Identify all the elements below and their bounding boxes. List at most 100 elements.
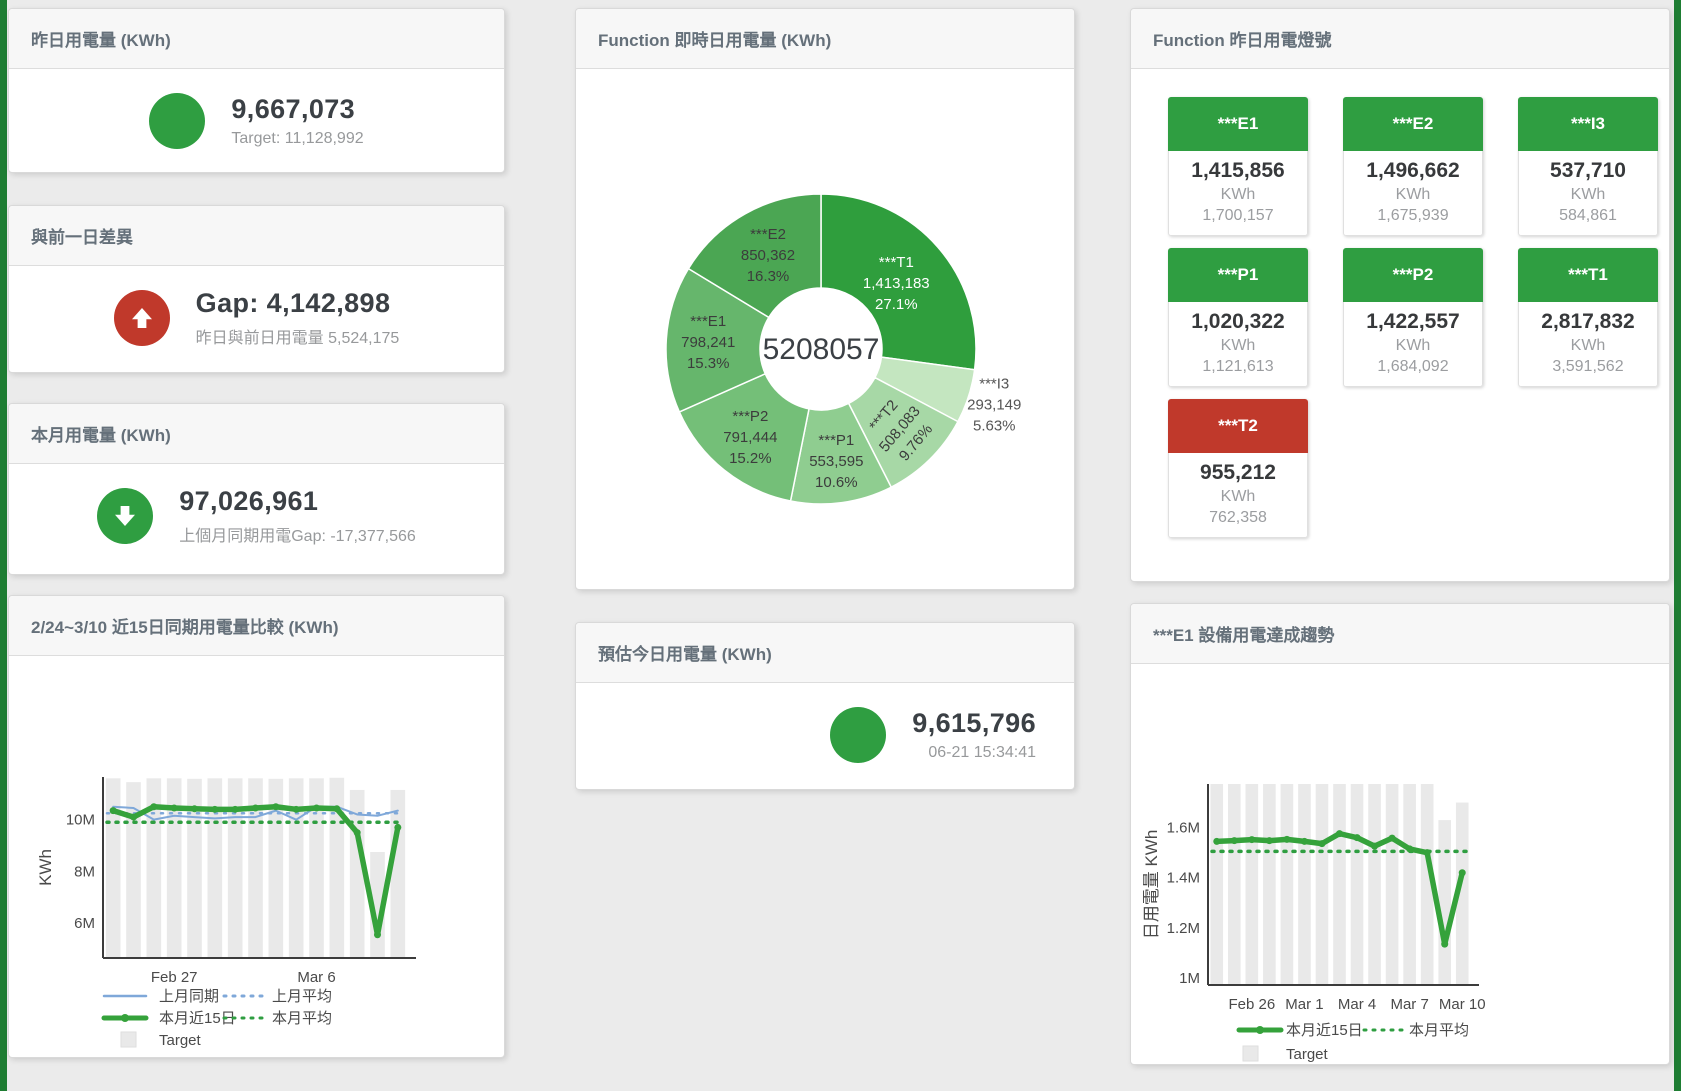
line-point [1336,830,1343,837]
tile-unit: KWh [1344,186,1482,204]
tile-target: 1,675,939 [1344,207,1482,225]
tile-label: ***P1 [1168,248,1308,302]
panel-title-text: Function 即時日用電量 (KWh) [598,26,831,51]
x-tick-label: Mar 10 [1439,996,1486,1013]
panel-gap-title: 與前一日差異 [9,206,504,266]
donut-slice-label: ***I3 [979,376,1009,393]
tile-value: 1,422,557 [1344,310,1482,334]
panel-estimate-title: 預估今日用電量 (KWh) [576,623,1074,683]
yesterday-stat-row: 9,667,073 Target: 11,128,992 [9,69,504,173]
line-point [150,803,157,810]
panel-title-text: 昨日用電量 (KWh) [31,26,171,51]
panel-title-text: 預估今日用電量 (KWh) [598,640,772,665]
tile-target: 762,358 [1169,509,1307,527]
green-status-circle [149,93,205,149]
target-bar [1228,784,1241,985]
legend-label: 上月平均 [272,988,332,1005]
panel-estimate-today: 預估今日用電量 (KWh) 9,615,796 06-21 15:34:41 [575,622,1075,790]
tile-value: 537,710 [1519,159,1657,183]
tile-body: 1,415,856 KWh 1,700,157 [1168,151,1308,236]
legend-label: 本月近15日 [1286,1022,1363,1039]
line-point [1371,843,1378,850]
target-bar [1368,784,1381,985]
tile-label: ***P2 [1343,248,1483,302]
tile-target: 1,700,157 [1169,207,1307,225]
line-point [1406,845,1413,852]
month-value: 97,026,961 [179,486,416,517]
yesterday-value: 9,667,073 [231,94,363,125]
target-bar [1403,784,1416,985]
tile-value: 955,212 [1169,461,1307,485]
donut-body: ***T11,413,18327.1%***I3293,1495.63%***T… [576,69,1074,595]
donut-slice-label: 27.1% [875,296,918,313]
donut-slice-label: 1,413,183 [863,275,930,292]
target-bar [330,778,345,958]
panel-title-text: Function 昨日用電燈號 [1153,26,1331,51]
dashboard-page: 昨日用電量 (KWh) 9,667,073 Target: 11,128,992… [0,0,1681,1091]
x-tick-label: Mar 6 [297,969,335,986]
panel-title-text: 與前一日差異 [31,223,133,248]
panel-gap-prev-day: 與前一日差異 Gap: 4,142,898 昨日與前日用電量 5,524,175 [8,205,505,373]
donut-slice-label: 293,149 [967,397,1021,414]
estimate-stat-text: 9,615,796 06-21 15:34:41 [912,708,1036,762]
target-bar [208,778,223,958]
line-point [232,806,239,813]
month-stat-text: 97,026,961 上個月同期用電Gap: -17,377,566 [179,486,416,546]
donut-center-total: 5208057 [763,333,880,366]
tile-body: 1,020,322 KWh 1,121,613 [1168,302,1308,387]
arrow-down-icon [110,501,140,531]
line-point [211,806,218,813]
target-bar [1210,784,1223,985]
tile-value: 1,415,856 [1169,159,1307,183]
line-point [1389,835,1396,842]
donut-slice-label: 16.3% [747,268,790,285]
target-bar [1438,820,1451,985]
target-bar [391,790,406,958]
line-point [313,805,320,812]
donut-slice-label: ***T1 [879,254,914,271]
x-tick-label: Mar 1 [1285,996,1323,1013]
target-bar [106,778,121,958]
estimate-stat-row: 9,615,796 06-21 15:34:41 [576,683,1074,787]
panel-lights: Function 昨日用電燈號 ***E1 1,415,856 KWh 1,70… [1130,8,1670,582]
tile-body: 2,817,832 KWh 3,591,562 [1518,302,1658,387]
legend-label: Target [159,1032,202,1049]
light-tile-t1: ***T1 2,817,832 KWh 3,591,562 [1518,248,1658,387]
donut-slice-label: ***E1 [690,313,726,330]
donut-slice-label: 850,362 [741,247,795,264]
line-point [1248,836,1255,843]
estimate-timestamp: 06-21 15:34:41 [912,744,1036,762]
target-bar [1351,784,1364,985]
tile-label: ***I3 [1518,97,1658,151]
line-point [374,931,381,938]
tile-body: 1,496,662 KWh 1,675,939 [1343,151,1483,236]
tile-unit: KWh [1344,337,1482,355]
y-tick-label: 6M [74,915,95,932]
donut-slice-label: 5.63% [973,418,1016,435]
x-tick-label: Mar 4 [1338,996,1376,1013]
tile-body: 1,422,557 KWh 1,684,092 [1343,302,1483,387]
y-tick-label: 1.6M [1167,820,1200,837]
tile-unit: KWh [1519,337,1657,355]
x-tick-label: Feb 26 [1228,996,1275,1013]
panel-title-text: 本月用電量 (KWh) [31,421,171,446]
month-stat-row: 97,026,961 上個月同期用電Gap: -17,377,566 [9,464,504,568]
donut-slice-label: 15.3% [687,355,730,372]
tile-label: ***E2 [1343,97,1483,151]
panel-title-text: 2/24~3/10 近15日同期用電量比較 (KWh) [31,613,339,638]
light-tile-p2: ***P2 1,422,557 KWh 1,684,092 [1343,248,1483,387]
tile-unit: KWh [1519,186,1657,204]
month-subtext: 上個月同期用電Gap: -17,377,566 [179,522,416,546]
tile-target: 1,684,092 [1344,358,1482,376]
panel-month-usage: 本月用電量 (KWh) 97,026,961 上個月同期用電Gap: -17,3… [8,403,505,575]
line-point [1283,836,1290,843]
tile-unit: KWh [1169,488,1307,506]
line-point [130,814,137,821]
light-tile-p1: ***P1 1,020,322 KWh 1,121,613 [1168,248,1308,387]
tile-body: 537,710 KWh 584,861 [1518,151,1658,236]
x-tick-label: Feb 27 [151,969,198,986]
line-point [1424,849,1431,856]
legend-target-swatch [1243,1046,1258,1061]
light-tile-i3: ***I3 537,710 KWh 584,861 [1518,97,1658,236]
target-bar [289,778,304,958]
